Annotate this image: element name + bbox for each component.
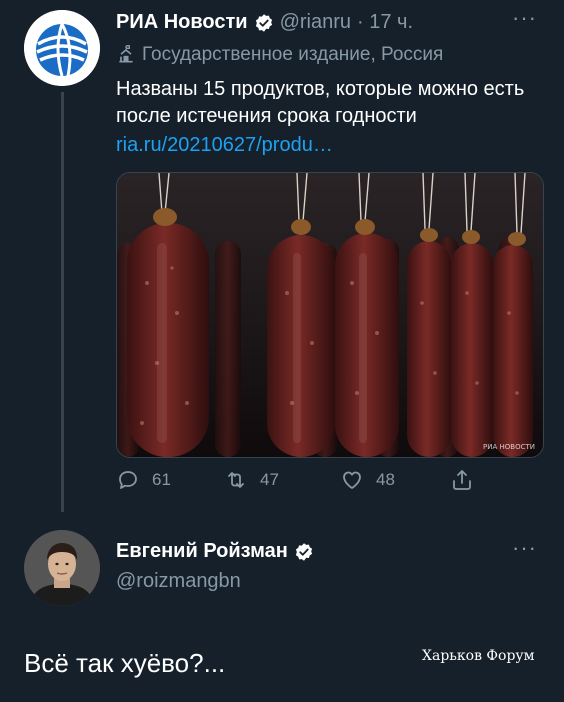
author-name[interactable]: РИА Новости	[116, 11, 248, 34]
tweet-image[interactable]: РИА НОВОСТИ	[116, 172, 544, 458]
retweet-icon	[228, 472, 244, 488]
person-photo	[24, 530, 100, 606]
share-button[interactable]	[450, 468, 486, 492]
roizman-avatar[interactable]	[24, 530, 100, 606]
reply-tweet-text: Всё так хуёво?...	[24, 648, 226, 678]
reply-count: 61	[152, 470, 171, 489]
reply-author-name[interactable]: Евгений Ройзман	[116, 540, 288, 563]
tweet-header: РИА Новости @rianru · 17 ч.	[116, 11, 413, 34]
state-affiliation-label[interactable]: Государственное издание, Россия	[116, 44, 443, 66]
retweet-button[interactable]: 47	[224, 468, 279, 492]
forum-watermark: Харьков Форум	[422, 648, 535, 664]
more-options-icon[interactable]: ···	[512, 5, 537, 31]
tweet-time[interactable]: · 17 ч.	[357, 11, 413, 34]
reply-tweet-header: Евгений Ройзман	[116, 540, 314, 563]
verified-badge-icon	[255, 13, 272, 32]
reply-author-handle[interactable]: @roizmangbn	[116, 570, 241, 593]
state-media-flag-icon	[119, 45, 133, 63]
author-handle[interactable]: @rianru	[280, 11, 351, 34]
verified-badge-icon	[295, 542, 312, 561]
like-count: 48	[376, 470, 395, 489]
thread-connector-line	[61, 92, 64, 512]
reply-icon	[119, 471, 137, 489]
sausages-photo	[117, 173, 543, 457]
more-options-icon[interactable]: ···	[512, 535, 537, 561]
article-link[interactable]: ria.ru/20210627/produ…	[116, 134, 333, 157]
state-label-text: Государственное издание, Россия	[142, 44, 444, 65]
tweet-text: Названы 15 продуктов, которые можно есть…	[116, 78, 525, 127]
tweet-actions: 61 47 48	[116, 468, 496, 498]
ria-logo-icon	[24, 10, 100, 86]
heart-icon	[343, 471, 361, 489]
share-icon	[453, 470, 471, 490]
tweet-thread: РИА Новости @rianru · 17 ч. ··· Государс…	[0, 0, 564, 702]
media-watermark: РИА НОВОСТИ	[483, 443, 535, 451]
retweet-count: 47	[260, 470, 279, 489]
like-button[interactable]: 48	[340, 468, 395, 492]
reply-button[interactable]: 61	[116, 468, 171, 492]
ria-avatar[interactable]	[24, 10, 100, 86]
